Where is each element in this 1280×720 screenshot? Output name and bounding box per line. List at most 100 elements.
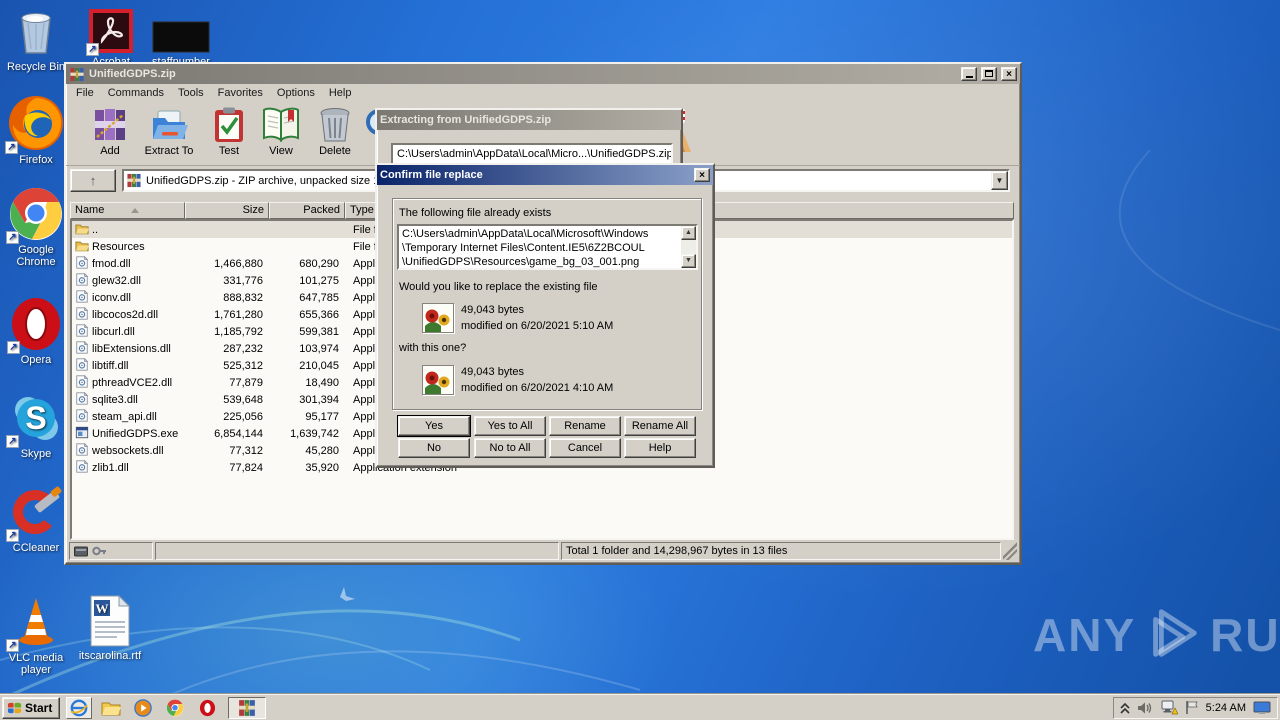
existing-file-path-box[interactable]: C:\Users\admin\AppData\Local\Microsoft\W…	[397, 224, 698, 270]
shortcut-overlay-icon: ↗	[5, 141, 18, 154]
vlc-icon: ↗	[6, 594, 64, 652]
anyrun-watermark: ANY RUN	[1033, 604, 1280, 666]
desktop-icon-skype[interactable]: S ↗ Skype	[0, 390, 72, 460]
menu-tools[interactable]: Tools	[172, 86, 210, 100]
desktop-icon-acrobat[interactable]: ↗ Acrobat	[75, 8, 147, 68]
column-header-name[interactable]: Name	[70, 202, 185, 219]
start-button[interactable]: Start	[2, 696, 60, 719]
no-button[interactable]: No	[398, 438, 470, 458]
extracting-title: Extracting from UnifiedGDPS.zip	[380, 114, 552, 126]
staffnumber-icon	[152, 8, 210, 54]
cancel-button[interactable]: Cancel	[549, 438, 621, 458]
network-warning-icon[interactable]	[1161, 700, 1178, 715]
menu-favorites[interactable]: Favorites	[212, 86, 269, 100]
scroll-up-icon[interactable]: ▲	[681, 226, 696, 240]
address-dropdown-button[interactable]: ▼	[991, 171, 1008, 190]
file-name-cell: steam_api.dll	[72, 408, 187, 425]
desktop-icon-vlc[interactable]: ↗ VLC media player	[0, 594, 72, 676]
column-header-packed[interactable]: Packed	[269, 202, 345, 219]
desktop-icon-chrome[interactable]: ↗ Google Chrome	[0, 186, 72, 268]
existing-modified-label: modified on 6/20/2021 5:10 AM	[461, 320, 614, 332]
file-size-cell: 1,185,792	[214, 325, 263, 338]
action-center-flag-icon[interactable]	[1185, 700, 1199, 715]
close-button[interactable]: ×	[1001, 67, 1017, 81]
desktop-icon-label: CCleaner	[12, 542, 60, 554]
shortcut-overlay-icon: ↗	[6, 435, 19, 448]
file-packed-cell: 680,290	[299, 257, 339, 270]
menu-file[interactable]: File	[70, 86, 100, 100]
window-title: UnifiedGDPS.zip	[89, 68, 176, 80]
yes-to-all-button[interactable]: Yes to All	[474, 416, 546, 436]
chrome-icon	[166, 699, 184, 716]
file-size-cell: 77,824	[229, 461, 263, 474]
folder-icon	[75, 239, 89, 255]
toolbar-extract-to-button[interactable]: Extract To	[138, 105, 200, 163]
desktop-icon-itscarolina[interactable]: W itscarolina.rtf	[74, 594, 146, 662]
recycle-bin-icon	[0, 6, 72, 59]
toolbar-view-button[interactable]: View	[252, 105, 310, 163]
scroll-down-icon[interactable]: ▼	[681, 254, 696, 268]
shortcut-overlay-icon: ↗	[6, 529, 19, 542]
yes-button[interactable]: Yes	[397, 415, 471, 437]
quicklaunch-windows-explorer[interactable]	[98, 697, 124, 719]
desktop-icon-label: VLC media player	[8, 652, 64, 676]
up-directory-button[interactable]: ↑	[70, 169, 116, 192]
desktop-icon-staffnumber[interactable]: staffnumber	[145, 8, 217, 68]
media-player-icon	[134, 698, 152, 717]
menu-options[interactable]: Options	[271, 86, 321, 100]
file-size-cell: 225,056	[223, 410, 263, 423]
file-size-cell: 888,832	[223, 291, 263, 304]
column-header-size[interactable]: Size	[185, 202, 269, 219]
desktop-icon-label: Skype	[20, 448, 52, 460]
help-button[interactable]: Help	[624, 438, 696, 458]
dll-icon	[75, 442, 89, 459]
winrar-titlebar[interactable]: UnifiedGDPS.zip ×	[66, 64, 1020, 84]
extracting-titlebar[interactable]: Extracting from UnifiedGDPS.zip	[377, 110, 681, 130]
path-line: \Temporary Internet Files\Content.IE5\6Z…	[402, 242, 645, 254]
acrobat-icon: ↗	[86, 8, 134, 56]
file-packed-cell: 210,045	[299, 359, 339, 372]
clock[interactable]: 5:24 AM	[1206, 702, 1246, 714]
rename-all-button[interactable]: Rename All	[624, 416, 696, 436]
no-to-all-button[interactable]: No to All	[474, 438, 546, 458]
toolbar-add-button[interactable]: Add	[81, 105, 139, 163]
volume-icon[interactable]	[1137, 701, 1154, 715]
minimize-button[interactable]	[961, 67, 977, 81]
file-size-cell: 1,761,280	[214, 308, 263, 321]
display-icon[interactable]	[1253, 701, 1271, 715]
dll-icon	[75, 323, 89, 340]
desktop-icon-firefox[interactable]: ↗ Firefox	[0, 94, 72, 166]
quicklaunch-chrome[interactable]	[162, 697, 188, 719]
file-name-cell: libExtensions.dll	[72, 340, 187, 357]
resize-grip[interactable]	[1003, 542, 1017, 560]
desktop-icon-opera[interactable]: ↗ Opera	[0, 296, 72, 366]
file-name-cell: libcurl.dll	[72, 323, 187, 340]
dll-icon	[75, 391, 89, 408]
menu-help[interactable]: Help	[323, 86, 358, 100]
quicklaunch-media-player[interactable]	[130, 697, 156, 719]
dll-icon	[75, 357, 89, 374]
maximize-button[interactable]	[981, 67, 997, 81]
quicklaunch-opera[interactable]	[194, 697, 220, 719]
rename-button[interactable]: Rename	[549, 416, 621, 436]
key-icon	[92, 546, 106, 556]
file-name-cell: libtiff.dll	[72, 357, 187, 374]
dialog-close-icon[interactable]: ×	[694, 168, 710, 182]
dll-icon	[75, 459, 89, 476]
add-archive-icon	[95, 109, 125, 140]
status-cell-icons	[69, 542, 153, 560]
path-scrollbar[interactable]: ▲ ▼	[681, 226, 696, 268]
confirm-titlebar[interactable]: Confirm file replace ×	[377, 165, 713, 185]
desktop-icon-ccleaner[interactable]: ↗ CCleaner	[0, 484, 72, 554]
archive-icon	[127, 173, 141, 188]
quicklaunch-internet-explorer[interactable]	[66, 696, 92, 719]
folder-icon	[101, 702, 121, 715]
taskbar-winrar-button[interactable]	[228, 696, 266, 719]
file-name-cell: websockets.dll	[72, 442, 187, 459]
svg-text:S: S	[25, 400, 46, 436]
menu-commands[interactable]: Commands	[102, 86, 170, 100]
replacement-size-label: 49,043 bytes	[461, 366, 524, 378]
toolbar-test-button[interactable]: Test	[200, 105, 258, 163]
desktop-icon-recycle-bin[interactable]: Recycle Bin	[0, 6, 72, 73]
hidden-icons-chevron-icon[interactable]	[1120, 702, 1130, 714]
